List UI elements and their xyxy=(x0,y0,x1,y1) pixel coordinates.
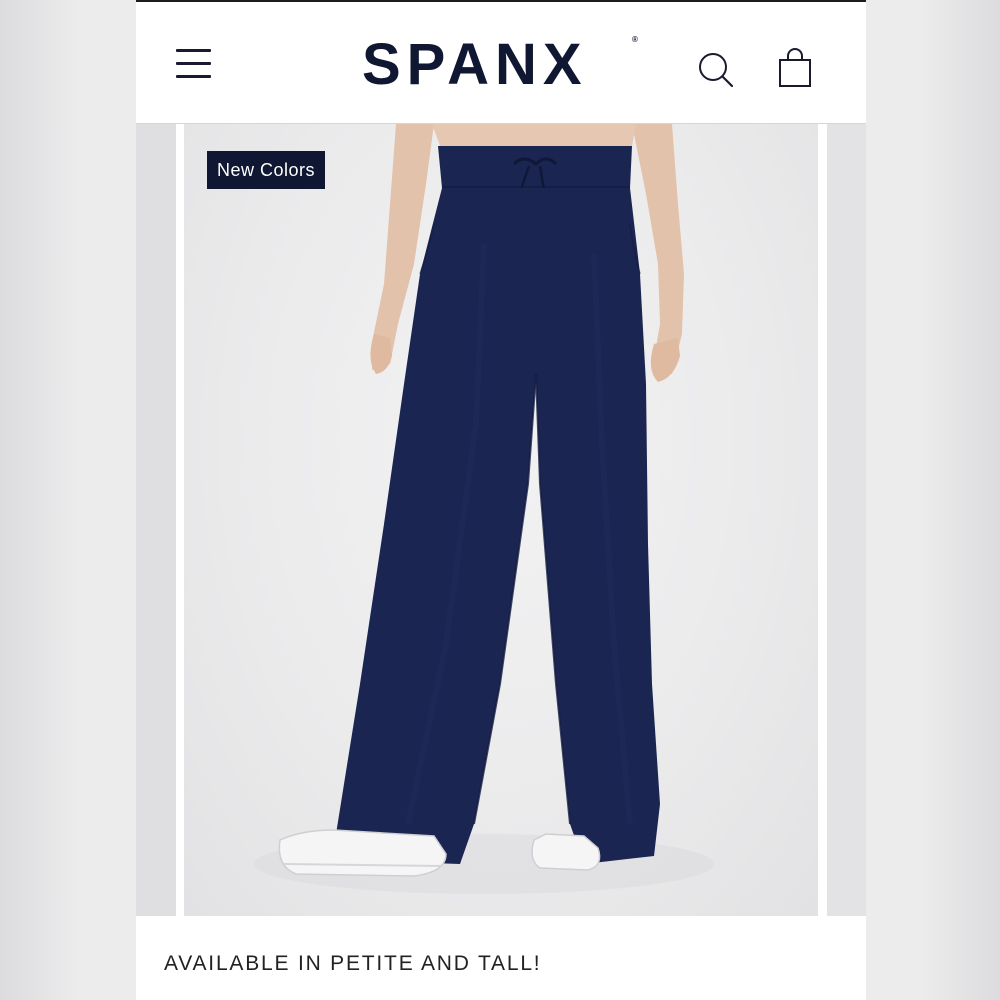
new-colors-badge: New Colors xyxy=(207,151,326,189)
search-icon[interactable] xyxy=(696,50,736,90)
product-illustration xyxy=(254,124,714,894)
shopping-bag-icon[interactable] xyxy=(776,48,816,90)
app-screen: SPANX ® New Colors AVAILABLE IN PETITE A… xyxy=(136,0,866,1000)
brand-logo-text: SPANX xyxy=(362,32,588,97)
product-caption: AVAILABLE IN PETITE AND TALL! xyxy=(164,952,542,975)
next-slide-peek[interactable] xyxy=(827,124,866,916)
previous-slide-peek[interactable] xyxy=(136,124,176,916)
product-image-carousel[interactable]: New Colors xyxy=(136,124,866,918)
brand-logo[interactable]: SPANX ® xyxy=(362,30,642,100)
site-header: SPANX ® xyxy=(136,2,866,124)
registered-mark: ® xyxy=(632,35,638,44)
product-image[interactable]: New Colors xyxy=(184,124,818,916)
hamburger-menu-icon[interactable] xyxy=(176,48,212,78)
